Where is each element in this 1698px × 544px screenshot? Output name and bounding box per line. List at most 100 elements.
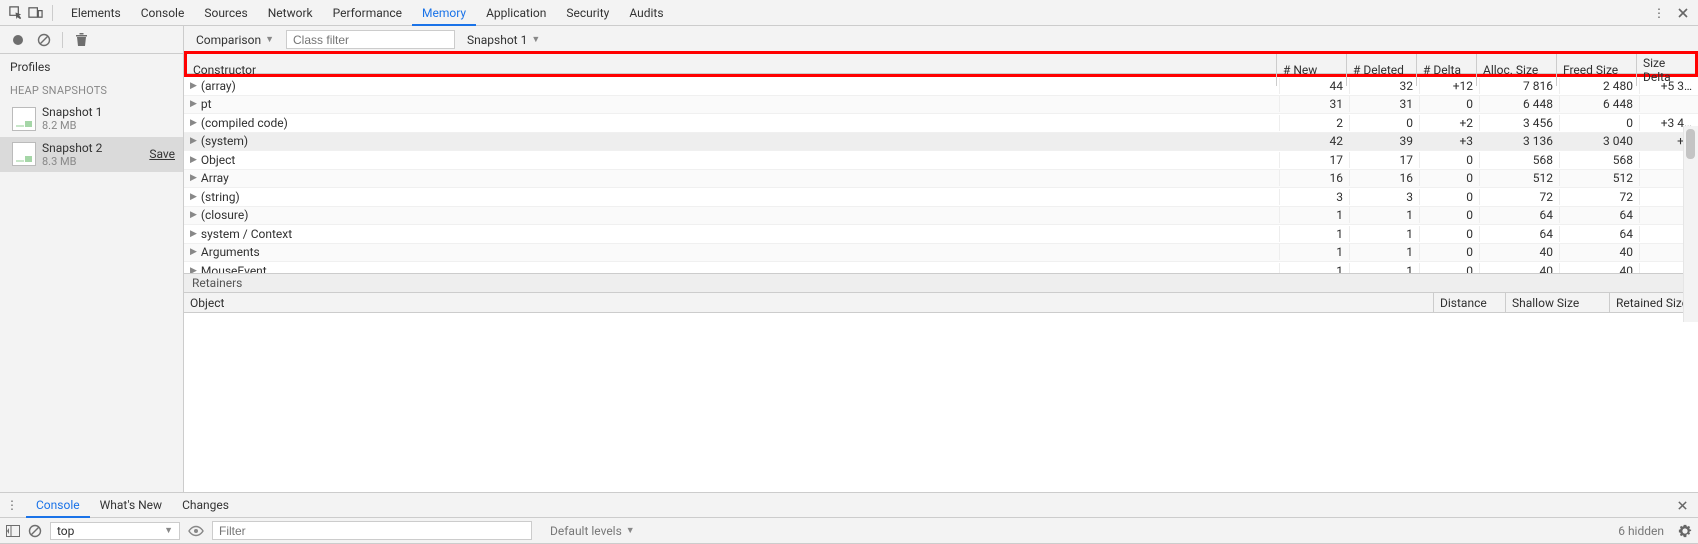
cell-delta: 0 [1420, 170, 1480, 186]
tab-audits[interactable]: Audits [619, 0, 673, 26]
cell-deleted: 39 [1350, 133, 1420, 149]
drawer-close-icon[interactable] [1673, 500, 1692, 511]
snapshot-thumb-icon [12, 142, 36, 166]
cell-deleted: 32 [1350, 78, 1420, 94]
close-icon[interactable] [1674, 4, 1692, 22]
tab-sources[interactable]: Sources [194, 0, 257, 26]
retainers-body[interactable] [184, 313, 1698, 492]
console-filter-input[interactable] [212, 521, 532, 540]
vertical-scrollbar[interactable] [1683, 126, 1698, 322]
view-mode-label: Comparison [196, 33, 261, 47]
tab-security[interactable]: Security [556, 0, 619, 26]
expand-icon[interactable]: ▶ [190, 247, 197, 257]
table-row[interactable]: ▶(compiled code) 2 0 +2 3 456 0 +3 4… [184, 114, 1698, 133]
cell-freed: 2 480 [1560, 78, 1640, 94]
drawer-tab-console[interactable]: Console [26, 492, 90, 518]
retainers-header[interactable]: Object Distance Shallow Size Retained Si… [184, 293, 1698, 313]
class-filter-input[interactable] [286, 30, 455, 49]
drawer-menu-icon[interactable]: ⋮ [6, 498, 18, 512]
cell-alloc: 568 [1480, 152, 1560, 168]
grid-header[interactable]: Constructor # New # Deleted # Delta Allo… [187, 54, 1695, 74]
view-mode-select[interactable]: Comparison ▼ [192, 31, 278, 49]
compare-snapshot-select[interactable]: Snapshot 1 ▼ [463, 31, 544, 49]
cell-alloc: 72 [1480, 189, 1560, 205]
tab-elements[interactable]: Elements [61, 0, 131, 26]
snapshot-item[interactable]: Snapshot 2 8.3 MB Save [0, 137, 183, 173]
scrollbar-thumb[interactable] [1686, 129, 1695, 159]
table-row[interactable]: ▶(system) 42 39 +3 3 136 3 040 +… [184, 133, 1698, 152]
live-expression-icon[interactable] [188, 525, 204, 537]
table-row[interactable]: ▶(array) 44 32 +12 7 816 2 480 +5 3… [184, 77, 1698, 96]
table-row[interactable]: ▶MouseEvent 1 1 0 40 40 [184, 262, 1698, 273]
table-row[interactable]: ▶Array 16 16 0 512 512 [184, 170, 1698, 189]
cell-new: 42 [1280, 133, 1350, 149]
tab-performance[interactable]: Performance [323, 0, 412, 26]
ret-col-object[interactable]: Object [184, 293, 1434, 312]
cell-freed: 40 [1560, 263, 1640, 273]
cell-delta: +3 [1420, 133, 1480, 149]
table-row[interactable]: ▶pt 31 31 0 6 448 6 448 [184, 96, 1698, 115]
chevron-down-icon: ▼ [164, 525, 173, 536]
snapshot-name: Snapshot 1 [42, 105, 175, 119]
expand-icon[interactable]: ▶ [190, 136, 197, 146]
ret-col-shallow[interactable]: Shallow Size [1506, 293, 1610, 312]
expand-icon[interactable]: ▶ [190, 173, 197, 183]
snapshot-size: 8.2 MB [42, 119, 175, 132]
delete-icon[interactable] [73, 32, 89, 48]
console-clear-icon[interactable] [28, 524, 42, 538]
cell-new: 1 [1280, 207, 1350, 223]
snapshot-item[interactable]: Snapshot 1 8.2 MB [0, 101, 183, 137]
cell-delta: +12 [1420, 78, 1480, 94]
cell-alloc: 64 [1480, 207, 1560, 223]
device-mode-icon[interactable] [26, 4, 44, 22]
log-levels-select[interactable]: Default levels ▼ [546, 522, 639, 540]
snapshot-save-link[interactable]: Save [149, 147, 175, 161]
chevron-down-icon: ▼ [626, 525, 635, 536]
retainers-title[interactable]: Retainers [184, 273, 1698, 293]
kebab-menu-icon[interactable]: ⋮ [1650, 4, 1668, 22]
hidden-messages[interactable]: 6 hidden [1618, 524, 1664, 538]
expand-icon[interactable]: ▶ [190, 266, 197, 273]
gear-icon[interactable] [1678, 524, 1692, 538]
cell-deleted: 1 [1350, 244, 1420, 260]
tab-console[interactable]: Console [131, 0, 195, 26]
expand-icon[interactable]: ▶ [190, 99, 197, 109]
expand-icon[interactable]: ▶ [190, 155, 197, 165]
record-icon[interactable] [10, 32, 26, 48]
ret-col-distance[interactable]: Distance [1434, 293, 1506, 312]
cell-new: 3 [1280, 189, 1350, 205]
drawer-tab-what-s-new[interactable]: What's New [90, 492, 172, 518]
expand-icon[interactable]: ▶ [190, 192, 197, 202]
expand-icon[interactable]: ▶ [190, 229, 197, 239]
cell-freed: 512 [1560, 170, 1640, 186]
expand-icon[interactable]: ▶ [190, 118, 197, 128]
comparison-view: Constructor # New # Deleted # Delta Allo… [184, 54, 1698, 492]
profiles-sidebar: Profiles HEAP SNAPSHOTS Snapshot 1 8.2 M… [0, 54, 184, 492]
log-levels-label: Default levels [550, 524, 622, 538]
table-row[interactable]: ▶Arguments 1 1 0 40 40 [184, 244, 1698, 263]
cell-deleted: 0 [1350, 115, 1420, 131]
table-row[interactable]: ▶Object 17 17 0 568 568 [184, 151, 1698, 170]
console-sidebar-icon[interactable] [6, 525, 20, 537]
table-row[interactable]: ▶(closure) 1 1 0 64 64 [184, 207, 1698, 226]
clear-icon[interactable] [36, 32, 52, 48]
table-row[interactable]: ▶(string) 3 3 0 72 72 [184, 188, 1698, 207]
main-area: Profiles HEAP SNAPSHOTS Snapshot 1 8.2 M… [0, 54, 1698, 492]
tab-network[interactable]: Network [258, 0, 323, 26]
chevron-down-icon: ▼ [531, 34, 540, 45]
cell-delta: 0 [1420, 207, 1480, 223]
expand-icon[interactable]: ▶ [190, 81, 197, 91]
grid-body[interactable]: ▶(array) 44 32 +12 7 816 2 480 +5 3…▶pt … [184, 77, 1698, 273]
cell-delta: +2 [1420, 115, 1480, 131]
table-row[interactable]: ▶system / Context 1 1 0 64 64 [184, 225, 1698, 244]
tab-memory[interactable]: Memory [412, 0, 476, 26]
inspect-icon[interactable] [6, 4, 24, 22]
cell-deleted: 17 [1350, 152, 1420, 168]
cell-alloc: 3 456 [1480, 115, 1560, 131]
expand-icon[interactable]: ▶ [190, 210, 197, 220]
cell-deleted: 1 [1350, 207, 1420, 223]
tab-application[interactable]: Application [476, 0, 556, 26]
constructor-name: pt [201, 97, 212, 111]
drawer-tab-changes[interactable]: Changes [172, 492, 239, 518]
context-select[interactable]: top ▼ [50, 522, 180, 540]
